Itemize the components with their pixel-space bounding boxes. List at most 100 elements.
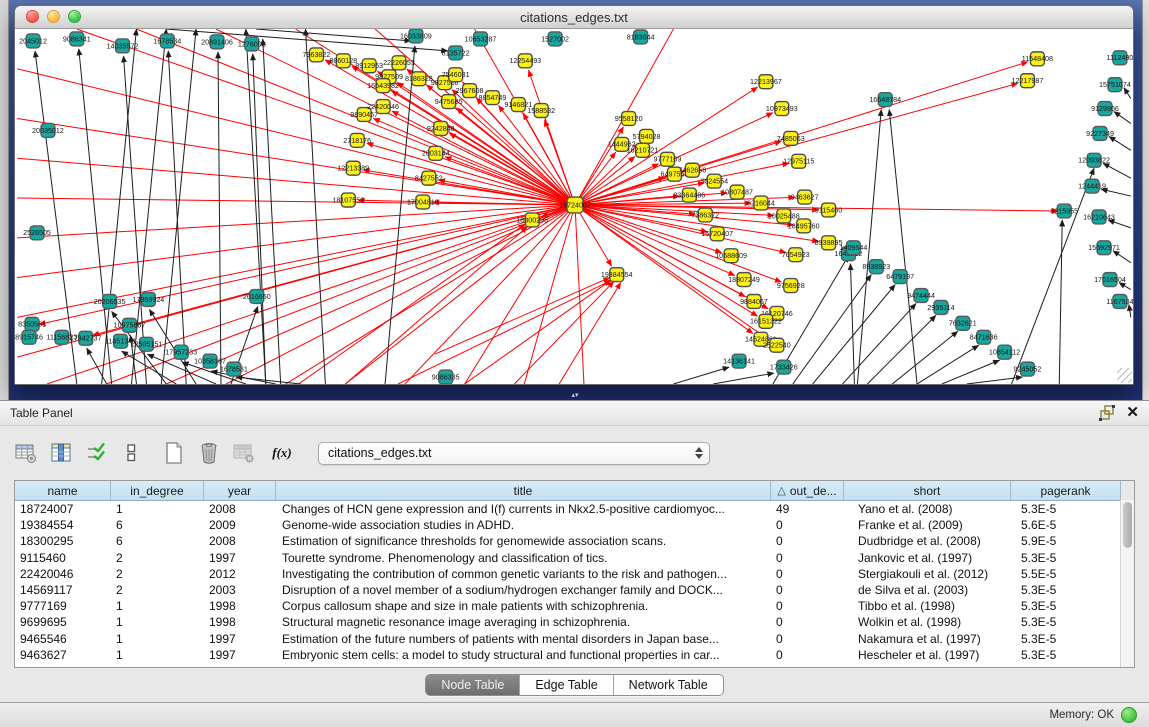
- table-cell: 0: [771, 517, 844, 533]
- zoom-window-button[interactable]: [68, 10, 81, 23]
- graph-node-label: 18807249: [728, 276, 760, 284]
- graph-node-label: 7632621: [949, 320, 977, 328]
- table-row[interactable]: 1872400712008Changes of HCN gene express…: [15, 501, 1134, 517]
- table-cell: Disruption of a novel member of a sodium…: [276, 582, 771, 598]
- column-header-title[interactable]: title: [276, 481, 771, 500]
- table-panel-header: Table Panel ✕: [0, 401, 1149, 426]
- graph-node-label: 19384554: [601, 271, 633, 279]
- table-row[interactable]: 2242004622012Investigating the contribut…: [15, 566, 1134, 582]
- graph-node-label: 9558120: [615, 115, 643, 123]
- table-cell: 1998: [204, 614, 276, 630]
- table-row[interactable]: 977716911998Corpus callosum shape and si…: [15, 598, 1134, 614]
- close-window-button[interactable]: [26, 10, 39, 23]
- float-panel-icon[interactable]: [1098, 405, 1116, 421]
- graph-node-label: 15692971: [1088, 244, 1120, 252]
- network-canvas[interactable]: 2045012908634114035572167853420891406127…: [15, 29, 1133, 384]
- table-cell: 2: [111, 550, 204, 566]
- table-cell: 1998: [204, 598, 276, 614]
- graph-node-label: 8350561: [18, 321, 46, 329]
- column-visibility-icon[interactable]: [49, 441, 73, 465]
- close-panel-icon[interactable]: ✕: [1126, 405, 1139, 421]
- column-header-name[interactable]: name: [15, 481, 111, 500]
- column-header-pagerank[interactable]: pagerank: [1011, 481, 1121, 500]
- graph-node-label: 9756928: [777, 282, 805, 290]
- scrollbar-thumb[interactable]: [1123, 502, 1132, 548]
- graph-node-label: 12254493: [509, 57, 541, 65]
- column-header-short[interactable]: short: [844, 481, 1011, 500]
- graph-edge: [373, 118, 575, 205]
- table-cell: Wolkin et al. (1998): [844, 614, 1011, 630]
- graph-node-label: 8860128: [329, 57, 357, 65]
- graph-node-label: 9227349: [1086, 130, 1114, 138]
- network-window-titlebar[interactable]: citations_edges.txt: [15, 6, 1133, 29]
- memory-status-indicator[interactable]: [1121, 707, 1137, 723]
- graph-node-label: 9115460: [815, 206, 842, 214]
- select-all-rows-icon[interactable]: [84, 441, 108, 465]
- graph-node-label: 8186328: [405, 75, 433, 83]
- table-cell: 1: [111, 598, 204, 614]
- table-panel: Table Panel ✕: [0, 400, 1149, 702]
- row-selection-icon[interactable]: [119, 441, 143, 465]
- table-cell: 14569117: [15, 582, 111, 598]
- table-cell: Tibbo et al. (1998): [844, 598, 1011, 614]
- table-row[interactable]: 1456911722003Disruption of a novel membe…: [15, 582, 1134, 598]
- graph-node-label: 9890457: [350, 111, 378, 119]
- graph-edge: [942, 360, 1000, 384]
- table-settings-icon[interactable]: [14, 441, 38, 465]
- table-cell: Structural magnetic resonance image aver…: [276, 614, 771, 630]
- graph-node-label: 2718176: [343, 137, 371, 145]
- table-cell: 49: [771, 501, 844, 517]
- function-builder-icon[interactable]: f(x): [267, 441, 297, 465]
- graph-node-label: 17942737: [70, 335, 102, 343]
- tab-node-table[interactable]: Node Table: [426, 675, 520, 695]
- table-cell: Dudbridge et al. (2008): [844, 533, 1011, 549]
- graph-node-label: 8215955: [1050, 207, 1078, 215]
- collapsed-right-panel-strip[interactable]: [1142, 0, 1149, 400]
- table-cell: 6: [111, 517, 204, 533]
- collapsed-left-panel-strip[interactable]: [0, 0, 9, 400]
- graph-edge: [1059, 220, 1062, 384]
- graph-node-label: 7462666: [678, 167, 706, 175]
- column-header-out_de[interactable]: △out_de...: [771, 481, 844, 500]
- graph-edge: [889, 110, 917, 384]
- graph-node-label: 18107552: [332, 196, 364, 204]
- table-row[interactable]: 946362711997Embryonic stem cells: a mode…: [15, 647, 1134, 663]
- graph-node-label: 14136141: [723, 358, 755, 366]
- table-cell: 5.5E-5: [1011, 566, 1121, 582]
- table-row[interactable]: 1830029562008Estimation of significance …: [15, 533, 1134, 549]
- table-row[interactable]: 946554611997Estimation of the future num…: [15, 631, 1134, 647]
- graph-node-label: 16543982: [367, 82, 399, 90]
- new-column-icon[interactable]: [162, 441, 186, 465]
- table-cell: 9115460: [15, 550, 111, 566]
- minimize-window-button[interactable]: [47, 10, 60, 23]
- delete-column-icon[interactable]: [197, 441, 221, 465]
- table-cell: 5.3E-5: [1011, 501, 1121, 517]
- table-toolbar: f(x) citations_edges.txt: [14, 437, 1135, 469]
- graph-node-label: 12213389: [337, 165, 369, 173]
- table-row[interactable]: 969969511998Structural magnetic resonanc…: [15, 614, 1134, 630]
- delete-table-icon[interactable]: [232, 441, 256, 465]
- graph-node-label: 1409544: [840, 244, 868, 252]
- table-select-dropdown[interactable]: citations_edges.txt: [318, 442, 710, 465]
- table-cell: 2012: [204, 566, 276, 582]
- table-cell: 6: [111, 533, 204, 549]
- table-cell: 5.3E-5: [1011, 631, 1121, 647]
- table-row[interactable]: 911546021997Tourette syndrome. Phenomeno…: [15, 550, 1134, 566]
- table-cell: Jankovic et al. (1997): [844, 550, 1011, 566]
- table-scrollbar[interactable]: [1120, 500, 1134, 667]
- graph-edge: [218, 52, 221, 384]
- window-resize-grip[interactable]: [1117, 368, 1132, 383]
- tab-edge-table[interactable]: Edge Table: [520, 675, 613, 695]
- column-header-in_degree[interactable]: in_degree: [111, 481, 204, 500]
- table-row[interactable]: 1938455462009Genome-wide association stu…: [15, 517, 1134, 533]
- graph-node-label: 20035012: [32, 127, 64, 135]
- table-cell: 5.3E-5: [1011, 614, 1121, 630]
- column-header-year[interactable]: year: [204, 481, 276, 500]
- graph-node-label: 18300295: [516, 216, 548, 224]
- table-cell: 1997: [204, 550, 276, 566]
- graph-node-label: 17016504: [1094, 276, 1126, 284]
- tab-network-table[interactable]: Network Table: [614, 675, 723, 695]
- graph-node-label: 17359924: [133, 296, 165, 304]
- graph-edge: [299, 224, 526, 384]
- pane-splitter-handle[interactable]: ▴▾: [566, 392, 584, 399]
